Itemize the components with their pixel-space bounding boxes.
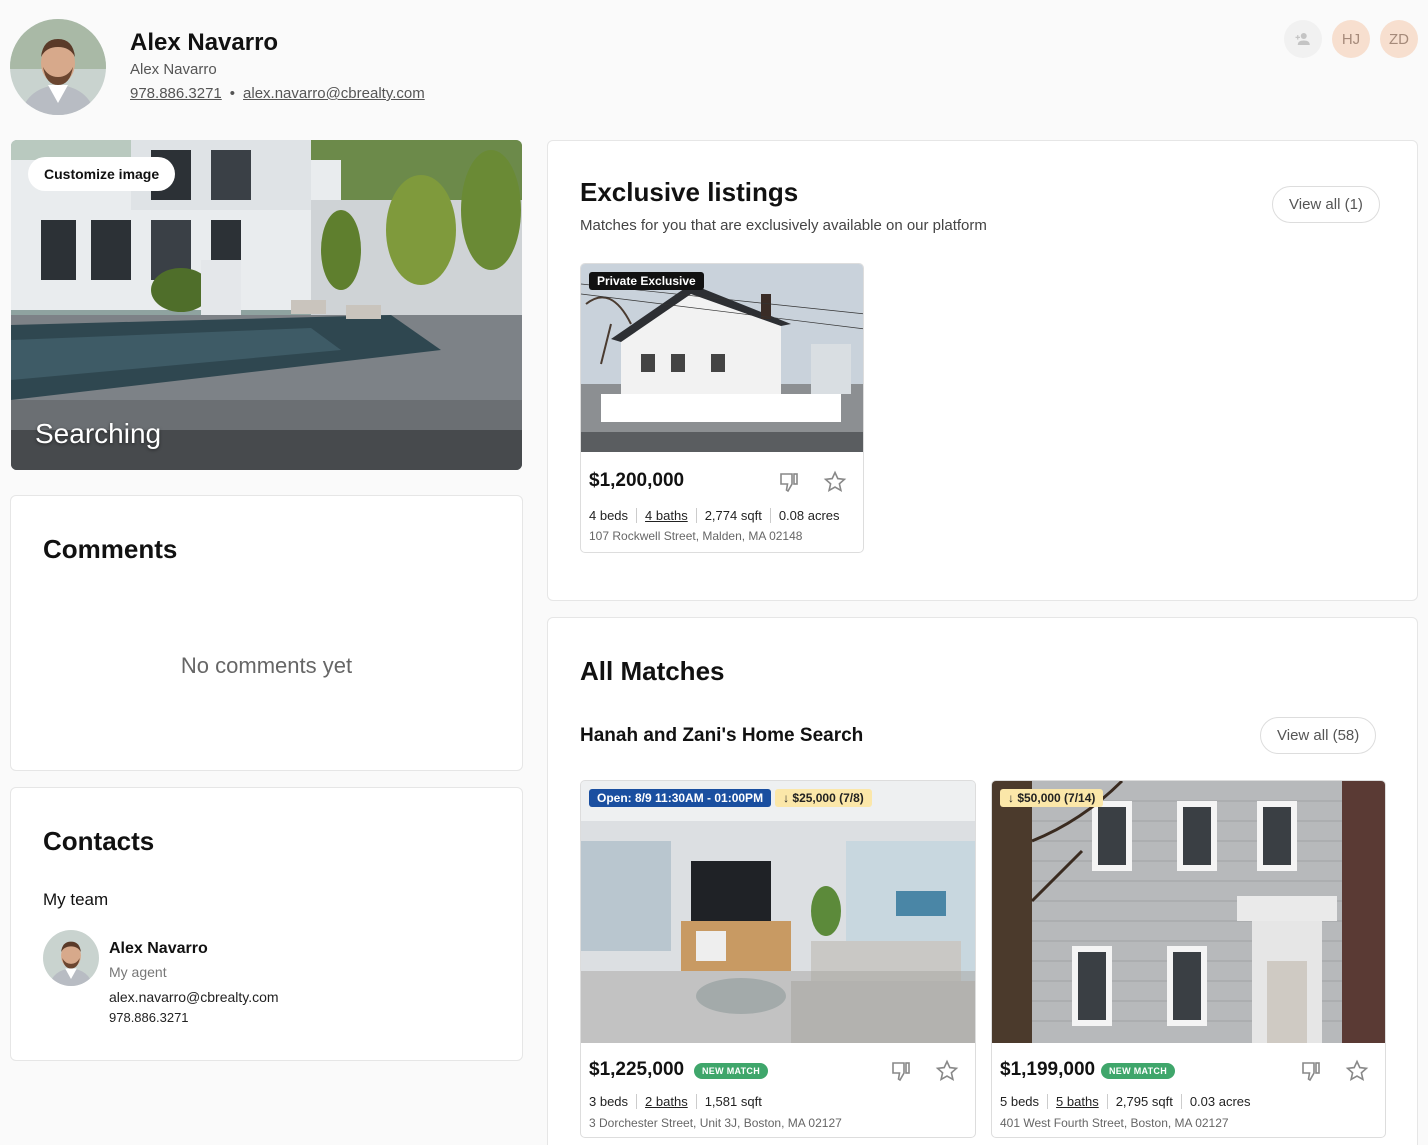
new-match-badge: NEW MATCH — [694, 1063, 769, 1079]
listing-badges: ↓ $50,000 (7/14) — [1000, 789, 1104, 807]
thumbs-down-icon[interactable] — [777, 470, 801, 494]
comments-empty-state: No comments yet — [180, 653, 353, 678]
listing-badges: Open: 8/9 11:30AM - 01:00PM ↓ $25,000 (7… — [589, 789, 872, 807]
thumbs-down-icon[interactable] — [889, 1059, 913, 1083]
all-matches-card: All Matches Hanah and Zani's Home Search… — [547, 617, 1418, 1145]
thumbs-down-icon[interactable] — [1299, 1059, 1323, 1083]
listing-address: 3 Dorchester Street, Unit 3J, Boston, MA… — [589, 1116, 842, 1130]
agent-contact-line: 978.886.3271 • alex.navarro@cbrealty.com — [130, 85, 425, 102]
listing-facts: 5 beds 5 baths 2,795 sqft 0.03 acres — [1000, 1094, 1259, 1109]
listing-card[interactable]: Private Exclusive $1,200,000 4 beds 4 ba… — [580, 263, 864, 553]
listing-card[interactable]: ↓ $50,000 (7/14) $1,199,000 NEW MATCH 5 … — [991, 780, 1386, 1138]
listing-facts: 3 beds 2 baths 1,581 sqft — [589, 1094, 770, 1109]
comments-title: Comments — [43, 534, 178, 564]
home-search-name: Hanah and Zani's Home Search — [580, 725, 864, 746]
team-member-email[interactable]: alex.navarro@cbrealty.com — [109, 989, 279, 1005]
listing-price: $1,200,000 — [589, 470, 685, 491]
my-team-label: My team — [43, 890, 109, 909]
listing-beds: 3 beds — [589, 1094, 629, 1109]
exclusive-subtitle: Matches for you that are exclusively ava… — [580, 217, 987, 234]
listing-actions — [1299, 1059, 1369, 1083]
contacts-card: Contacts My team Alex Navarro My agent a… — [10, 787, 523, 1061]
listing-address: 401 West Fourth Street, Boston, MA 02127 — [1000, 1116, 1229, 1130]
listing-address: 107 Rockwell Street, Malden, MA 02148 — [589, 529, 803, 543]
listing-photo — [581, 264, 863, 452]
team-member-avatar — [43, 930, 99, 986]
team-member-name: Alex Navarro — [109, 940, 208, 957]
agent-avatar[interactable] — [10, 19, 106, 115]
listing-baths[interactable]: 4 baths — [636, 508, 696, 523]
all-matches-title: All Matches — [580, 656, 725, 686]
profile-header: Alex Navarro Alex Navarro 978.886.3271 • a… — [0, 0, 1428, 130]
collaborator-avatar-hj[interactable]: HJ — [1332, 20, 1370, 58]
listing-sqft: 2,795 sqft — [1106, 1094, 1181, 1109]
star-icon[interactable] — [1345, 1059, 1369, 1083]
listing-sqft: 1,581 sqft — [695, 1094, 770, 1109]
listing-actions — [889, 1059, 959, 1083]
agent-email-link[interactable]: alex.navarro@cbrealty.com — [243, 85, 425, 102]
agent-subname: Alex Navarro — [130, 61, 217, 78]
open-house-badge: Open: 8/9 11:30AM - 01:00PM — [589, 789, 772, 807]
listing-facts: 4 beds 4 baths 2,774 sqft 0.08 acres — [589, 508, 848, 523]
listing-acres: 0.03 acres — [1180, 1094, 1259, 1109]
private-exclusive-badge: Private Exclusive — [589, 272, 704, 290]
new-match-badge: NEW MATCH — [1101, 1063, 1176, 1079]
price-drop-badge: ↓ $25,000 (7/8) — [775, 789, 872, 807]
listing-badges: Private Exclusive — [589, 272, 704, 290]
team-member-phone[interactable]: 978.886.3271 — [109, 1010, 189, 1025]
add-collaborator-button[interactable] — [1284, 20, 1322, 58]
listing-actions — [777, 470, 847, 494]
listing-sqft: 2,774 sqft — [695, 508, 770, 523]
star-icon[interactable] — [823, 470, 847, 494]
comments-card: Comments No comments yet — [10, 495, 523, 771]
price-drop-badge: ↓ $50,000 (7/14) — [1000, 789, 1104, 807]
search-status-label: Searching — [35, 418, 162, 449]
listing-baths[interactable]: 2 baths — [636, 1094, 696, 1109]
collaborator-avatar-zd[interactable]: ZD — [1380, 20, 1418, 58]
listing-card[interactable]: Open: 8/9 11:30AM - 01:00PM ↓ $25,000 (7… — [580, 780, 976, 1138]
agent-phone-link[interactable]: 978.886.3271 — [130, 85, 222, 102]
team-member-role: My agent — [109, 964, 167, 980]
matches-view-all-button[interactable]: View all (58) — [1260, 717, 1377, 754]
agent-name: Alex Navarro — [130, 29, 279, 56]
listing-price: $1,199,000 — [1000, 1059, 1096, 1080]
listing-acres: 0.08 acres — [769, 508, 848, 523]
listing-baths[interactable]: 5 baths — [1047, 1094, 1107, 1109]
exclusive-listings-card: Exclusive listings Matches for you that … — [547, 140, 1418, 601]
listing-price: $1,225,000 — [589, 1059, 685, 1080]
search-hero-card: Customize image Searching — [11, 140, 522, 470]
star-icon[interactable] — [935, 1059, 959, 1083]
listing-photo — [581, 781, 975, 1043]
add-person-icon — [1295, 33, 1310, 45]
exclusive-view-all-button[interactable]: View all (1) — [1272, 186, 1380, 223]
contacts-title: Contacts — [43, 826, 155, 856]
exclusive-title: Exclusive listings — [580, 177, 799, 207]
collaborator-avatars: HJ ZD — [1284, 20, 1418, 58]
listing-photo — [992, 781, 1385, 1043]
listing-beds: 5 beds — [1000, 1094, 1040, 1109]
separator-dot: • — [229, 85, 236, 102]
listing-beds: 4 beds — [589, 508, 629, 523]
customize-image-button[interactable]: Customize image — [28, 157, 176, 191]
